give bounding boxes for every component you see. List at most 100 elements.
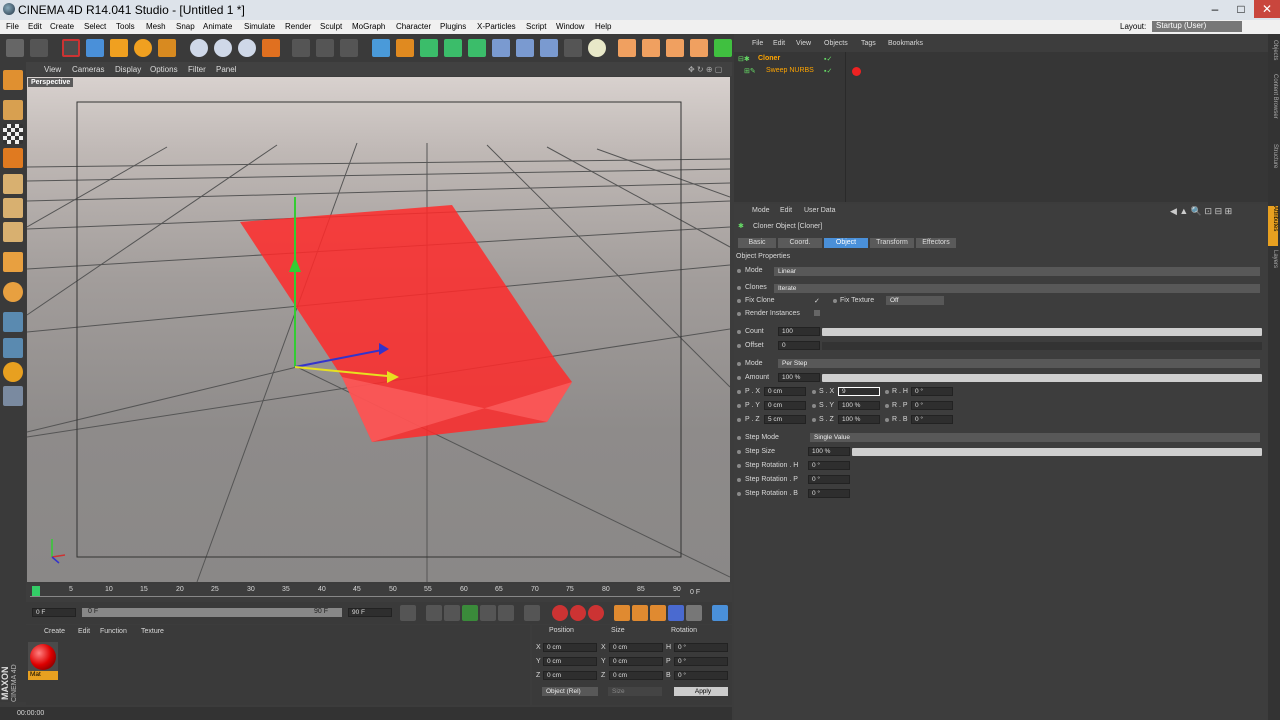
attr-menu-mode[interactable]: Mode bbox=[752, 207, 770, 214]
edges-icon[interactable] bbox=[3, 198, 23, 218]
anim-dot[interactable] bbox=[812, 418, 816, 422]
rot-p-field[interactable]: 0 ° bbox=[911, 401, 953, 410]
points-mode-icon[interactable] bbox=[666, 39, 684, 57]
coord-size-y-field[interactable]: 0 cm bbox=[609, 657, 663, 666]
material-menu-create[interactable]: Create bbox=[44, 628, 65, 635]
layout-dropdown[interactable]: Startup (User) bbox=[1152, 21, 1242, 32]
render-picture-viewer-icon[interactable] bbox=[316, 39, 334, 57]
anim-dot[interactable] bbox=[737, 286, 741, 290]
autokey-icon[interactable] bbox=[570, 605, 586, 621]
viewport-menu-display[interactable]: Display bbox=[115, 65, 141, 74]
apply-button[interactable]: Apply bbox=[674, 687, 728, 696]
step-mode-dropdown[interactable]: Single Value bbox=[810, 433, 1260, 442]
count-field[interactable]: 100 bbox=[778, 327, 820, 336]
side-tab-content-browser[interactable]: Content Browser bbox=[1272, 74, 1278, 119]
anim-dot[interactable] bbox=[737, 492, 741, 496]
menu-mesh[interactable]: Mesh bbox=[146, 22, 166, 31]
frame-range-slider[interactable]: 0 F 90 F bbox=[82, 608, 342, 617]
material-tag-icon[interactable] bbox=[852, 67, 861, 76]
viewport-menu-options[interactable]: Options bbox=[150, 65, 178, 74]
viewport-menu-cameras[interactable]: Cameras bbox=[72, 65, 104, 74]
workplane-icon[interactable] bbox=[3, 148, 23, 168]
anim-dot[interactable] bbox=[737, 450, 741, 454]
lock-workplane-icon[interactable] bbox=[3, 338, 23, 358]
model-mode-icon[interactable] bbox=[618, 39, 636, 57]
anim-dot[interactable] bbox=[737, 376, 741, 380]
coord-size-x-field[interactable]: 0 cm bbox=[609, 643, 663, 652]
cloner-visibility-icon[interactable]: ▪✓ bbox=[824, 55, 832, 63]
anim-dot[interactable] bbox=[737, 418, 741, 422]
sweep-visibility-icon[interactable]: ▪✓ bbox=[824, 67, 832, 75]
z-axis-lock-icon[interactable] bbox=[238, 39, 256, 57]
coord-pos-z-field[interactable]: 0 cm bbox=[543, 671, 597, 680]
anim-dot[interactable] bbox=[812, 390, 816, 394]
menu-help[interactable]: Help bbox=[595, 22, 611, 31]
offset-slider[interactable] bbox=[822, 342, 1262, 350]
live-selection-icon[interactable] bbox=[62, 39, 80, 57]
anim-dot[interactable] bbox=[737, 478, 741, 482]
pos-x-field[interactable]: 0 cm bbox=[764, 387, 806, 396]
object-row-sweep[interactable]: ⊞✎ Sweep NURBS ▪✓ bbox=[738, 66, 872, 77]
menu-edit[interactable]: Edit bbox=[28, 22, 42, 31]
offset-field[interactable]: 0 bbox=[778, 341, 820, 350]
fix-texture-dropdown[interactable]: Off bbox=[886, 296, 944, 305]
solo-icon[interactable] bbox=[3, 362, 23, 382]
scale-key-icon[interactable] bbox=[632, 605, 648, 621]
minimize-button[interactable]: – bbox=[1202, 0, 1228, 18]
menu-simulate[interactable]: Simulate bbox=[244, 22, 275, 31]
anim-dot[interactable] bbox=[737, 464, 741, 468]
edges-mode-icon[interactable] bbox=[690, 39, 708, 57]
environment-icon[interactable] bbox=[516, 39, 534, 57]
anim-dot[interactable] bbox=[833, 299, 837, 303]
material-menu-function[interactable]: Function bbox=[100, 628, 127, 635]
menu-file[interactable]: File bbox=[6, 22, 19, 31]
render-settings-icon[interactable] bbox=[340, 39, 358, 57]
rotate-tool-icon[interactable] bbox=[134, 39, 152, 57]
step-rotation-h-field[interactable]: 0 ° bbox=[808, 461, 850, 470]
play-icon[interactable] bbox=[462, 605, 478, 621]
tab-effectors[interactable]: Effectors bbox=[916, 238, 956, 248]
coord-pos-x-field[interactable]: 0 cm bbox=[543, 643, 597, 652]
fix-clone-checkbox[interactable]: ✓ bbox=[814, 297, 820, 305]
nurbs-icon[interactable] bbox=[420, 39, 438, 57]
viewport-menu-filter[interactable]: Filter bbox=[188, 65, 206, 74]
coord-pos-y-field[interactable]: 0 cm bbox=[543, 657, 597, 666]
maximize-button[interactable]: □ bbox=[1228, 0, 1254, 18]
tab-object[interactable]: Object bbox=[824, 238, 868, 248]
count-slider[interactable] bbox=[822, 328, 1262, 336]
coord-size-dropdown[interactable]: Size bbox=[608, 687, 662, 696]
perspective-viewport[interactable] bbox=[27, 77, 730, 582]
step-rotation-p-field[interactable]: 0 ° bbox=[808, 475, 850, 484]
anim-dot[interactable] bbox=[737, 436, 741, 440]
menu-select[interactable]: Select bbox=[84, 22, 106, 31]
coord-size-z-field[interactable]: 0 cm bbox=[609, 671, 663, 680]
position-key-icon[interactable] bbox=[614, 605, 630, 621]
goto-start-icon[interactable] bbox=[400, 605, 416, 621]
recent-tools-icon[interactable] bbox=[158, 39, 176, 57]
objects-menu-view[interactable]: View bbox=[796, 40, 811, 47]
anim-dot[interactable] bbox=[737, 344, 741, 348]
next-frame-icon[interactable] bbox=[480, 605, 496, 621]
axis-icon[interactable] bbox=[3, 252, 23, 272]
amount-slider[interactable] bbox=[822, 374, 1262, 382]
point-level-key-icon[interactable] bbox=[686, 605, 702, 621]
anim-dot[interactable] bbox=[812, 404, 816, 408]
light-icon[interactable] bbox=[588, 39, 606, 57]
goto-end-icon[interactable] bbox=[524, 605, 540, 621]
parameter-key-icon[interactable] bbox=[668, 605, 684, 621]
pos-z-field[interactable]: 5 cm bbox=[764, 415, 806, 424]
material-menu-texture[interactable]: Texture bbox=[141, 628, 164, 635]
objects-menu-file[interactable]: File bbox=[752, 40, 763, 47]
array-icon[interactable] bbox=[444, 39, 462, 57]
menu-window[interactable]: Window bbox=[556, 22, 584, 31]
side-tab-layers[interactable]: Layers bbox=[1272, 250, 1278, 268]
prev-frame-icon[interactable] bbox=[444, 605, 460, 621]
side-tab-attributes[interactable]: Attributes bbox=[1268, 206, 1278, 246]
menu-script[interactable]: Script bbox=[526, 22, 546, 31]
viewport-nav-icons[interactable]: ✥ ↻ ⊕ ▢ bbox=[688, 65, 722, 74]
make-editable-icon[interactable] bbox=[3, 70, 23, 90]
render-view-icon[interactable] bbox=[292, 39, 310, 57]
objects-menu-objects[interactable]: Objects bbox=[824, 40, 848, 47]
menu-mograph[interactable]: MoGraph bbox=[352, 22, 385, 31]
coord-rot-h-field[interactable]: 0 ° bbox=[674, 643, 728, 652]
